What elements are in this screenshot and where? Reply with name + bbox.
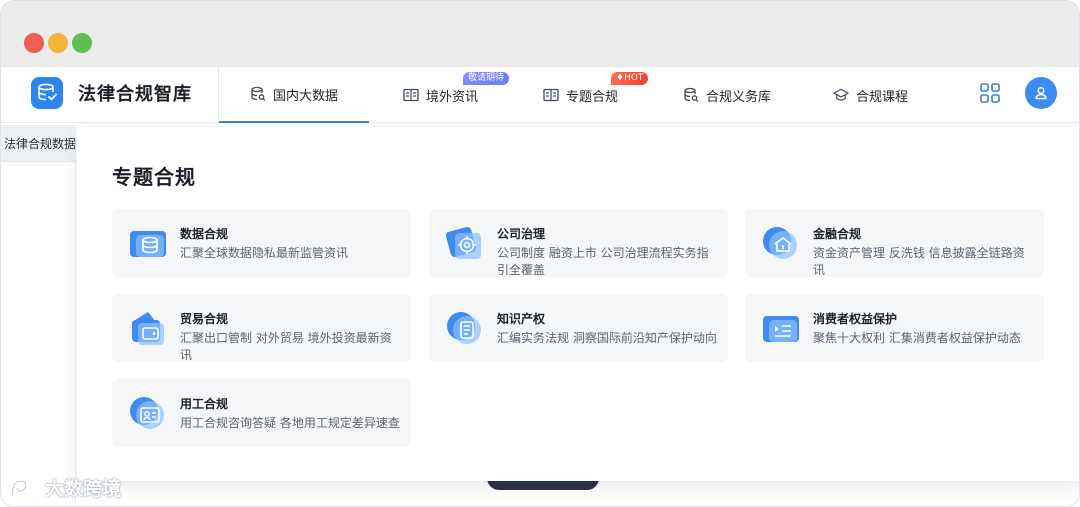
fire-icon: ♦ — [616, 73, 625, 83]
wallet-icon — [128, 310, 168, 346]
maximize-window-button[interactable] — [72, 33, 92, 53]
card-data-compliance[interactable]: 数据合规 汇聚全球数据隐私最新监管资讯 — [112, 209, 411, 277]
user-avatar[interactable] — [1025, 77, 1057, 109]
card-employment-compliance[interactable]: 用工合规 用工合规咨询答疑 各地用工规定差异速查 — [112, 379, 411, 447]
hot-badge: ♦HOT — [611, 72, 649, 85]
database-search-icon — [683, 87, 699, 103]
dropdown-title: 专题合规 — [112, 165, 196, 189]
coming-soon-badge: 敬请期待 — [463, 72, 510, 85]
minimize-window-button[interactable] — [48, 33, 68, 53]
apps-grid-icon[interactable] — [979, 82, 1001, 104]
tab-label: 专题合规 — [566, 89, 619, 105]
card-financial-compliance[interactable]: 金融合规 资金资产管理 反洗钱 信息披露全链路资讯 — [745, 209, 1044, 277]
sidebar: 法律合规数据 — [1, 125, 76, 506]
card-description: 聚焦十大权利 汇集消费者权益保护动态 — [813, 331, 1021, 345]
card-description: 用工合规咨询答疑 各地用工规定差异速查 — [180, 416, 400, 430]
card-corporate-governance[interactable]: 公司治理 公司制度 融资上市 公司治理流程实务指引全覆盖 — [429, 209, 728, 277]
book-icon — [543, 87, 559, 103]
card-intellectual-property[interactable]: 知识产权 汇编实务法规 洞察国际前沿知产保护动向 — [429, 294, 728, 362]
tab-label: 合规义务库 — [706, 89, 772, 105]
list-icon — [761, 310, 801, 346]
tab-label: 国内大数据 — [272, 88, 338, 104]
id-card-icon — [128, 395, 168, 431]
card-title: 金融合规 — [813, 227, 862, 241]
card-title: 数据合规 — [180, 227, 229, 241]
book-icon — [403, 87, 419, 103]
watermark-text: 大数跨境 — [45, 478, 122, 500]
card-description: 汇聚全球数据隐私最新监管资讯 — [180, 246, 349, 260]
app-title: 法律合规智库 — [78, 84, 192, 105]
sidebar-divider — [1, 161, 76, 162]
browser-window: 法律合规智库 国内大数据 境外资讯 敬请期待 专题合规 ♦HOT 合规义务库 合… — [0, 0, 1080, 507]
watermark: 大数跨境 — [9, 474, 121, 501]
tab-obligation-library[interactable]: 合规义务库 — [683, 67, 771, 123]
card-consumer-protection[interactable]: 消费者权益保护 聚焦十大权利 汇集消费者权益保护动态 — [745, 294, 1044, 362]
tab-label: 合规课程 — [856, 89, 909, 105]
database-search-icon — [250, 86, 266, 102]
card-title: 公司治理 — [497, 227, 546, 241]
tab-domestic-data[interactable]: 国内大数据 — [219, 67, 369, 123]
card-trade-compliance[interactable]: 贸易合规 汇聚出口管制 对外贸易 境外投资最新资讯 — [112, 294, 411, 362]
card-title: 消费者权益保护 — [813, 312, 898, 326]
hot-badge-label: HOT — [624, 73, 644, 83]
watermark-logo-icon — [10, 479, 41, 496]
user-icon — [1035, 87, 1047, 100]
graduation-cap-icon — [833, 87, 849, 103]
app-logo-icon[interactable] — [31, 77, 63, 109]
window-titlebar — [1, 1, 1079, 67]
sidebar-item-legal-data[interactable]: 法律合规数据 — [1, 125, 76, 161]
document-icon — [445, 310, 485, 346]
card-title: 知识产权 — [497, 312, 546, 326]
card-description: 资金资产管理 反洗钱 信息披露全链路资讯 — [813, 246, 1025, 277]
top-navbar: 法律合规智库 国内大数据 境外资讯 敬请期待 专题合规 ♦HOT 合规义务库 合… — [1, 67, 1079, 123]
bank-icon — [761, 225, 801, 261]
tab-topic-compliance[interactable]: 专题合规 — [543, 67, 618, 123]
tab-courses[interactable]: 合规课程 — [833, 67, 908, 123]
card-title: 用工合规 — [180, 397, 229, 411]
card-title: 贸易合规 — [180, 312, 229, 326]
target-icon — [445, 225, 485, 261]
card-description: 公司制度 融资上市 公司治理流程实务指引全覆盖 — [497, 246, 709, 277]
card-description: 汇编实务法规 洞察国际前沿知产保护动向 — [497, 331, 717, 345]
topic-compliance-dropdown: 专题合规 数据合规 汇聚全球数据隐私最新监管资讯 公司治理 公司制度 融资上市 … — [77, 127, 1079, 481]
card-description: 汇聚出口管制 对外贸易 境外投资最新资讯 — [180, 331, 392, 362]
tab-label: 境外资讯 — [426, 89, 479, 105]
database-icon — [128, 225, 168, 261]
close-window-button[interactable] — [24, 33, 44, 53]
